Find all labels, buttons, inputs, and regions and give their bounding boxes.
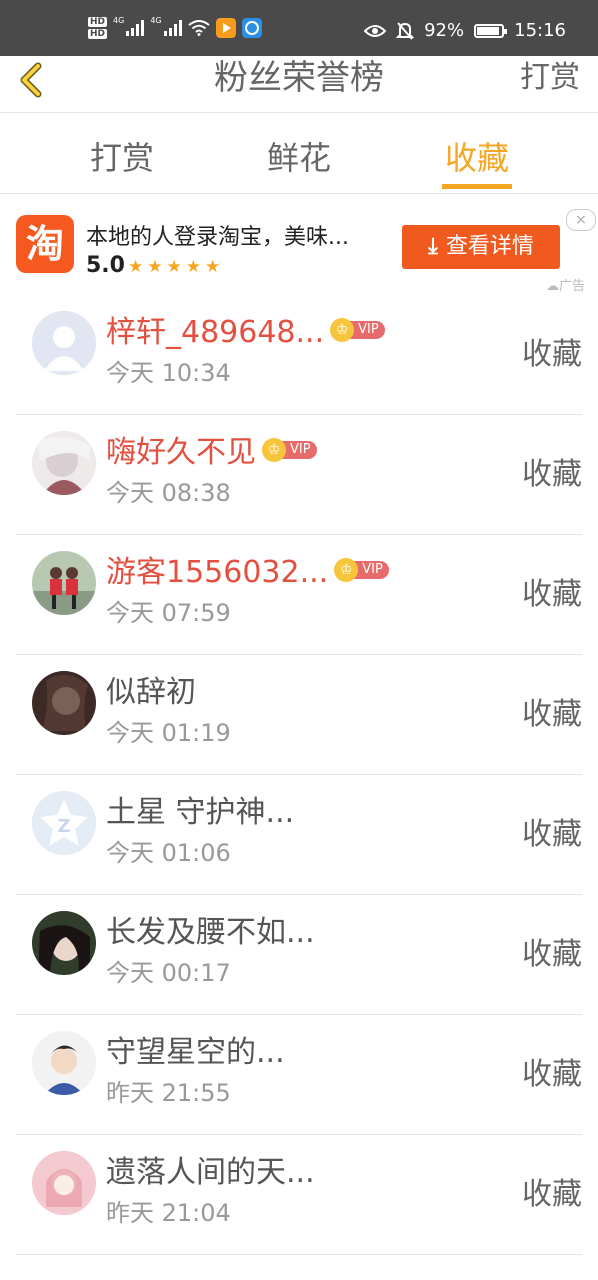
fan-time: 今天 01:06 <box>106 839 231 867</box>
download-icon: ⤓ <box>428 234 438 259</box>
svg-text:Z: Z <box>57 816 70 837</box>
fan-name: 嗨好久不见 ♔ VIP <box>106 427 317 471</box>
tab-favorites[interactable]: 收藏 <box>407 133 547 179</box>
tab-flowers[interactable]: 鲜花 <box>229 133 369 179</box>
list-item[interactable]: 嗨好久不见 ♔ VIP 今天 08:38 收藏 <box>16 415 582 535</box>
fan-action: 收藏 <box>522 457 582 492</box>
video-app-icon <box>215 18 236 38</box>
fan-action: 收藏 <box>522 337 582 372</box>
bell-off-icon <box>396 21 415 40</box>
fan-action: 收藏 <box>522 577 582 612</box>
fan-name: 梓轩_489648... ♔ VIP <box>106 307 385 351</box>
fan-time: 今天 10:34 <box>106 359 231 387</box>
page-title: 粉丝荣誉榜 <box>214 58 384 98</box>
avatar <box>32 1151 96 1215</box>
vip-badge-icon: ♔ VIP <box>334 557 389 582</box>
fan-list: 梓轩_489648... ♔ VIP 今天 10:34 收藏 嗨好久不见 ♔ VIP 今… <box>0 295 598 1255</box>
list-item[interactable]: 梓轩_489648... ♔ VIP 今天 10:34 收藏 <box>16 295 582 415</box>
status-bar: HD HD 4G 4G 92% 15:16 <box>0 0 598 56</box>
signal-icon-2 <box>163 20 182 36</box>
fan-time: 今天 07:59 <box>106 599 231 627</box>
list-item[interactable]: Z 土星 守护神... 今天 01:06 收藏 <box>16 775 582 895</box>
fan-name: 长发及腰不如... <box>106 915 315 950</box>
view-details-button[interactable]: ⤓ 查看详情 <box>402 225 560 269</box>
ad-rating: 5.0 <box>86 253 125 278</box>
battery-icon <box>474 23 508 38</box>
fan-action: 收藏 <box>522 817 582 852</box>
avatar <box>32 311 96 375</box>
fan-time: 昨天 21:55 <box>106 1079 231 1107</box>
wifi-icon <box>187 20 210 36</box>
network-type-1: 4G <box>113 16 125 25</box>
fan-action: 收藏 <box>522 1057 582 1092</box>
taobao-logo-icon: 淘 <box>16 215 74 273</box>
fan-action: 收藏 <box>522 937 582 972</box>
list-item[interactable]: 守望星空的... 昨天 21:55 收藏 <box>16 1015 582 1135</box>
status-left-icons: HD HD 4G 4G <box>88 16 262 40</box>
fan-action: 收藏 <box>522 697 582 732</box>
signal-icon <box>126 20 145 36</box>
avatar <box>32 671 96 735</box>
ad-banner[interactable]: 淘 本地的人登录淘宝，美味... 5.0 ★★★★★ ⤓ 查看详情 × ☁广告 <box>0 195 598 295</box>
browser-app-icon <box>241 18 262 38</box>
tab-reward[interactable]: 打赏 <box>52 133 192 179</box>
fan-time: 今天 01:19 <box>106 719 231 747</box>
list-item[interactable]: 长发及腰不如... 今天 00:17 收藏 <box>16 895 582 1015</box>
active-tab-indicator <box>442 184 512 189</box>
vip-badge-icon: ♔ VIP <box>262 437 317 462</box>
fan-time: 今天 00:17 <box>106 959 231 987</box>
fan-name: 土星 守护神... <box>106 795 295 830</box>
ad-tag: ☁广告 <box>546 279 586 294</box>
avatar: Z <box>32 791 96 855</box>
avatar <box>32 1031 96 1095</box>
vip-badge-icon: ♔ VIP <box>330 317 385 342</box>
view-details-label: 查看详情 <box>445 234 534 259</box>
fan-name: 遗落人间的天... <box>106 1155 315 1190</box>
fan-action: 收藏 <box>522 1177 582 1212</box>
eye-icon <box>364 24 387 37</box>
fan-name: 守望星空的... <box>106 1035 285 1070</box>
star-rating-icon: ★★★★★ <box>128 257 225 277</box>
list-item[interactable]: 遗落人间的天... 昨天 21:04 收藏 <box>16 1135 582 1255</box>
fan-name: 似辞初 <box>106 675 196 710</box>
status-time: 15:16 <box>514 20 566 41</box>
tab-bar: 打赏 鲜花 收藏 <box>0 113 598 194</box>
status-right-icons: 92% 15:16 <box>364 20 566 41</box>
title-bar: 粉丝荣誉榜 打赏 <box>0 56 598 113</box>
hd-icon: HD HD <box>88 17 108 39</box>
ad-title: 本地的人登录淘宝，美味... <box>86 225 349 250</box>
reward-button[interactable]: 打赏 <box>520 56 580 100</box>
battery-percent: 92% <box>424 20 465 41</box>
avatar <box>32 911 96 975</box>
avatar <box>32 551 96 615</box>
fan-time: 昨天 21:04 <box>106 1199 231 1227</box>
list-item[interactable]: 游客1556032... ♔ VIP 今天 07:59 收藏 <box>16 535 582 655</box>
list-item[interactable]: 似辞初 今天 01:19 收藏 <box>16 655 582 775</box>
network-type-2: 4G <box>150 16 162 25</box>
fan-time: 今天 08:38 <box>106 479 231 507</box>
ad-close-icon[interactable]: × <box>566 209 596 231</box>
avatar <box>32 431 96 495</box>
fan-name: 游客1556032... ♔ VIP <box>106 547 389 591</box>
